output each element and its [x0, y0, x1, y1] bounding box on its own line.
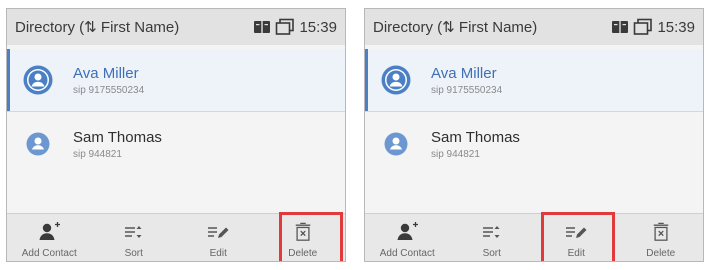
status-bar: Directory (⇅ First Name) 15:39	[7, 9, 345, 45]
contact-sip: sip 9175550234	[73, 84, 145, 96]
clock: 15:39	[657, 18, 695, 36]
delete-button[interactable]: Delete	[261, 214, 346, 261]
window-icon	[634, 18, 653, 35]
contact-row[interactable]: Ava Miller sip 9175550234	[7, 49, 345, 111]
delete-icon	[295, 222, 311, 241]
divider	[7, 111, 345, 112]
add-contact-button[interactable]: Add Contact	[365, 214, 450, 261]
user-avatar-icon	[384, 132, 408, 156]
add-contact-label: Add Contact	[21, 248, 77, 259]
user-avatar-icon	[381, 65, 411, 95]
add-contact-label: Add Contact	[379, 248, 435, 259]
sort-label: Sort	[124, 248, 143, 259]
window-icon	[276, 18, 295, 35]
contact-sip: sip 9175550234	[431, 84, 503, 96]
sort-icon	[482, 226, 500, 238]
edit-icon	[208, 227, 229, 238]
user-avatar-icon	[23, 65, 53, 95]
edit-label: Edit	[209, 248, 227, 259]
softkey-bar: Add Contact Sort Edit Delete	[365, 213, 704, 261]
sort-icon	[124, 226, 142, 238]
book-icon	[612, 21, 629, 33]
book-icon	[254, 21, 271, 33]
directory-title: Directory (⇅ First Name)	[373, 19, 538, 36]
divider	[365, 111, 703, 112]
contact-row[interactable]: Sam Thomas sip 944821	[365, 113, 703, 175]
clock: 15:39	[299, 18, 337, 36]
contact-row[interactable]: Sam Thomas sip 944821	[7, 113, 345, 175]
softkey-bar: Add Contact Sort Edit Delete	[7, 213, 346, 261]
contact-sip: sip 944821	[431, 148, 480, 160]
add-contact-icon	[397, 222, 419, 240]
add-contact-button[interactable]: Add Contact	[7, 214, 92, 261]
edit-button[interactable]: Edit	[176, 214, 261, 261]
edit-label: Edit	[567, 248, 585, 259]
contact-name: Ava Miller	[431, 64, 497, 82]
contact-name: Ava Miller	[73, 64, 139, 82]
edit-icon	[566, 227, 587, 238]
delete-label: Delete	[288, 248, 318, 259]
contact-name: Sam Thomas	[431, 128, 520, 146]
edit-button[interactable]: Edit	[534, 214, 619, 261]
sort-button[interactable]: Sort	[450, 214, 535, 261]
contact-name: Sam Thomas	[73, 128, 162, 146]
phone-screen-2: Directory (⇅ First Name) 15:39 Ava Mille…	[364, 8, 704, 262]
add-contact-icon	[39, 222, 61, 240]
contact-sip: sip 944821	[73, 148, 122, 160]
sort-label: Sort	[482, 248, 501, 259]
user-avatar-icon	[26, 132, 50, 156]
contact-row[interactable]: Ava Miller sip 9175550234	[365, 49, 703, 111]
delete-icon	[653, 222, 669, 241]
sort-button[interactable]: Sort	[92, 214, 177, 261]
delete-label: Delete	[646, 248, 676, 259]
delete-button[interactable]: Delete	[619, 214, 704, 261]
directory-title: Directory (⇅ First Name)	[15, 19, 180, 36]
status-bar: Directory (⇅ First Name) 15:39	[365, 9, 703, 45]
phone-screen-1: Directory (⇅ First Name) 15:39 Ava Mille…	[6, 8, 346, 262]
